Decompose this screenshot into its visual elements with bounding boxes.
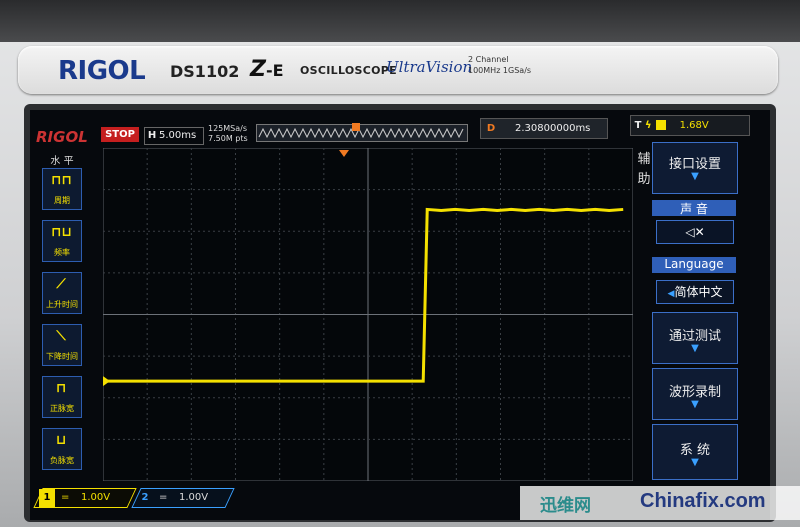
series-mark: Z-E [250,57,284,82]
measure-label: 上升时间 [46,300,78,309]
speaker-mute-icon: ◁✕ [685,225,705,239]
ch1-number: 1 [39,489,55,507]
chevron-down-icon: ▼ [691,171,699,182]
acquisition-info: 125MSa/s 7.50M pts [208,124,248,144]
type-label: OSCILLOSCOPE [300,64,397,77]
bezel-top-edge [0,0,800,42]
waveform-record-button[interactable]: 波形录制 ▼ [652,368,738,420]
ultravision-logo: UltraVision [386,58,473,76]
measure-label: 负脉宽 [50,456,74,465]
delay-label: D [486,123,496,134]
run-stop-status[interactable]: STOP [101,127,139,142]
chevron-down-icon: ▼ [691,457,699,468]
chevron-down-icon: ▼ [691,343,699,354]
waveform-graticule [103,148,633,481]
chevron-down-icon: ▼ [691,399,699,410]
spec-channels: 2 Channel [468,55,509,64]
trigger-position-marker-icon[interactable] [352,123,360,131]
frequency-icon: ⊓⊔ [51,225,72,240]
ch2-status[interactable]: 2 = 1.00V [131,488,235,508]
utility-side-label: 辅助 [637,152,651,187]
series-suffix: -E [265,61,284,80]
ch1-scale: 1.00V [81,492,111,503]
trigger-label: T [634,120,642,131]
fall-time-icon: ⟍ [56,329,66,344]
measure-rise-time-button[interactable]: ⟋ 上升时间 [42,272,82,314]
rise-time-icon: ⟋ [56,277,66,292]
system-button[interactable]: 系 统 ▼ [652,424,738,480]
system-label: 系 统 [679,443,711,458]
measure-negative-width-button[interactable]: ⊔ 负脉宽 [42,428,82,470]
delay-box[interactable]: D 2.30800000ms [480,118,608,139]
measure-frequency-button[interactable]: ⊓⊔ 频率 [42,220,82,262]
pass-fail-label: 通过测试 [668,329,721,344]
horizontal-menu-title: 水 平 [50,156,74,167]
ch1-status[interactable]: 1 = 1.00V [33,488,137,508]
series-z: Z [250,57,266,82]
sample-rate: 125MSa/s [208,124,248,133]
delay-value: 2.30800000ms [515,123,591,134]
trigger-level: 1.68V [679,120,709,131]
watermark-en: Chinafix.com [640,490,766,512]
positive-width-icon: ⊓ [55,381,67,396]
waveform-record-label: 波形录制 [668,385,721,400]
ch1-coupling-icon: = [61,492,70,503]
measure-period-button[interactable]: ⊓⊓ 周期 [42,168,82,210]
spec-bandwidth: 100MHz 1GSa/s [468,66,532,75]
period-icon: ⊓⊓ [51,173,72,188]
language-header: Language [652,257,736,273]
screen-logo: RIGOL [36,128,88,146]
brand-logo: RIGOL [58,56,146,86]
memory-overview-strip [256,124,468,142]
ch2-scale: 1.00V [179,492,209,503]
ch2-coupling-icon: = [159,492,168,503]
spec-label: 2 Channel 100MHz 1GSa/s [468,54,531,76]
timebase-value: 5.00ms [159,130,197,141]
timebase-box[interactable]: H 5.00ms [144,127,204,145]
measure-positive-width-button[interactable]: ⊓ 正脉宽 [42,376,82,418]
negative-width-icon: ⊔ [55,433,67,448]
trigger-source-icon [655,120,666,130]
interface-settings-label: 接口设置 [668,157,721,172]
measure-label: 频率 [54,248,70,257]
memory-waveform-icon [258,127,464,139]
watermark-cn: 迅维网 [540,496,591,516]
measure-label: 周期 [54,196,70,205]
language-value: 简体中文 [674,285,723,299]
ch2-number: 2 [141,492,149,503]
timebase-label: H [147,130,157,141]
sound-toggle[interactable]: ◁✕ [656,220,734,244]
measure-label: 下降时间 [46,352,78,361]
sound-header: 声 音 [652,200,736,216]
rising-edge-icon: ϟ [645,120,652,131]
measure-label: 正脉宽 [50,404,74,413]
trigger-box[interactable]: Tϟ 1.68V [630,115,750,136]
language-select[interactable]: ◀简体中文 [656,280,734,304]
pass-fail-button[interactable]: 通过测试 ▼ [652,312,738,364]
interface-settings-button[interactable]: 接口设置 ▼ [652,142,738,194]
measure-fall-time-button[interactable]: ⟍ 下降时间 [42,324,82,366]
model-number: DS1102 [170,62,240,81]
memory-depth: 7.50M pts [208,134,248,143]
